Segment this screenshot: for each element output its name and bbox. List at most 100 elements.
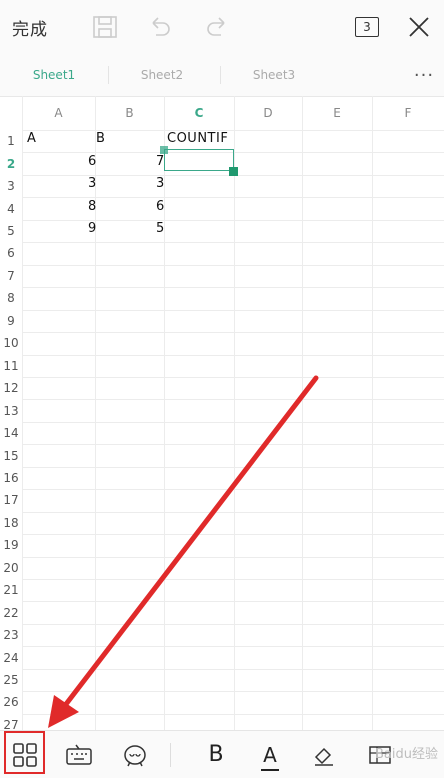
row-header-16[interactable]: 16 [0,467,22,489]
row-header-19[interactable]: 19 [0,534,22,556]
format-icon[interactable] [116,731,154,778]
row-header-12[interactable]: 12 [0,377,22,399]
grid-line [22,511,444,513]
grid-line [234,96,235,730]
font-color-label: A [261,742,279,771]
more-options-icon[interactable]: ··· [404,54,444,96]
row-header-24[interactable]: 24 [0,646,22,668]
toolbar-divider [170,743,171,767]
cell-b3[interactable]: 3 [88,172,96,194]
close-icon[interactable] [402,0,436,54]
row-header-25[interactable]: 25 [0,669,22,691]
row-header-20[interactable]: 20 [0,557,22,579]
row-header-4[interactable]: 4 [0,197,22,219]
top-toolbar: 完成 3 [0,0,444,54]
row-header-13[interactable]: 13 [0,399,22,421]
row-header-11[interactable]: 11 [0,355,22,377]
selection-handle-end[interactable] [229,167,238,176]
column-header-f[interactable]: F [372,96,444,130]
bold-label: B [208,742,224,767]
cell-c3[interactable]: 3 [156,172,164,194]
grid-line [22,242,444,244]
grid-line [22,130,444,131]
grid-line [372,96,373,730]
row-header-8[interactable]: 8 [0,287,22,309]
grid-line [302,96,303,730]
save-icon[interactable] [88,0,122,54]
grid-line [22,287,444,289]
grid-line [22,219,444,221]
row-header-18[interactable]: 18 [0,512,22,534]
grid-line [22,691,444,693]
font-color-icon[interactable]: A [252,731,288,778]
cell-a1[interactable]: A [27,127,36,149]
cell-c5[interactable]: 5 [156,217,164,239]
column-header-e[interactable]: E [302,96,372,130]
pages-count: 3 [355,17,379,37]
grid-line [22,623,444,625]
column-header-a[interactable]: A [22,96,95,130]
undo-icon[interactable] [143,0,177,54]
grid-line [22,601,444,603]
row-header-9[interactable]: 9 [0,310,22,332]
selection-handle-start[interactable] [160,146,168,154]
cell-selection[interactable] [164,149,234,171]
redo-icon[interactable] [200,0,234,54]
grid-line [22,556,444,558]
grid-line [22,354,444,356]
row-header-3[interactable]: 3 [0,175,22,197]
cell-b1[interactable]: B [96,127,105,149]
watermark: Baidu经验 [375,747,438,762]
grid-line [22,332,444,334]
pages-icon[interactable]: 3 [350,0,384,54]
row-header-22[interactable]: 22 [0,601,22,623]
row-header-10[interactable]: 10 [0,332,22,354]
highlight-box [4,731,45,774]
grid-line [22,444,444,446]
column-header-c[interactable]: C [164,96,234,130]
cell-b2[interactable]: 6 [88,150,96,172]
sheet-tabs: Sheet1 Sheet2 Sheet3 ··· [0,54,444,97]
keyboard-icon[interactable] [60,731,98,778]
grid-line [22,309,444,311]
row-header-15[interactable]: 15 [0,444,22,466]
bold-icon[interactable]: B [198,731,234,778]
row-header-26[interactable]: 26 [0,691,22,713]
row-header-1[interactable]: 1 [0,130,22,152]
clear-format-icon[interactable] [306,731,342,778]
tab-sheet1[interactable]: Sheet1 [0,54,108,96]
tab-sheet2[interactable]: Sheet2 [108,54,216,96]
grid-line [22,668,444,670]
row-header-17[interactable]: 17 [0,489,22,511]
column-header-b[interactable]: B [95,96,164,130]
done-button[interactable]: 完成 [12,0,48,54]
grid-line [22,264,444,266]
row-header-27[interactable]: 27 [0,714,22,730]
grid-line [22,489,444,491]
grid-line [22,534,444,536]
cell-c1[interactable]: COUNTIF [167,127,228,149]
grid-line [22,376,444,378]
grid-line [22,713,444,715]
row-header-23[interactable]: 23 [0,624,22,646]
tab-sheet3[interactable]: Sheet3 [220,54,328,96]
row-header-14[interactable]: 14 [0,422,22,444]
row-header-7[interactable]: 7 [0,265,22,287]
grid-line [22,197,444,199]
column-header-d[interactable]: D [234,96,302,130]
row-header-2[interactable]: 2 [0,152,22,174]
grid-line [22,466,444,468]
cell-b5[interactable]: 9 [88,217,96,239]
bottom-toolbar: B A Baidu经验 [0,730,444,778]
cell-c4[interactable]: 6 [156,195,164,217]
row-header-5[interactable]: 5 [0,220,22,242]
grid-line [22,421,444,423]
grid-line [22,399,444,401]
grid-line [22,96,23,730]
cell-b4[interactable]: 8 [88,195,96,217]
spreadsheet-grid[interactable]: A B C D E F 1 2 3 4 5 6 7 8 9 10 11 12 13 14 15 16 17 18 1… [0,96,444,730]
row-header-21[interactable]: 21 [0,579,22,601]
grid-line [22,646,444,648]
row-header-6[interactable]: 6 [0,242,22,264]
grid-line [22,579,444,580]
